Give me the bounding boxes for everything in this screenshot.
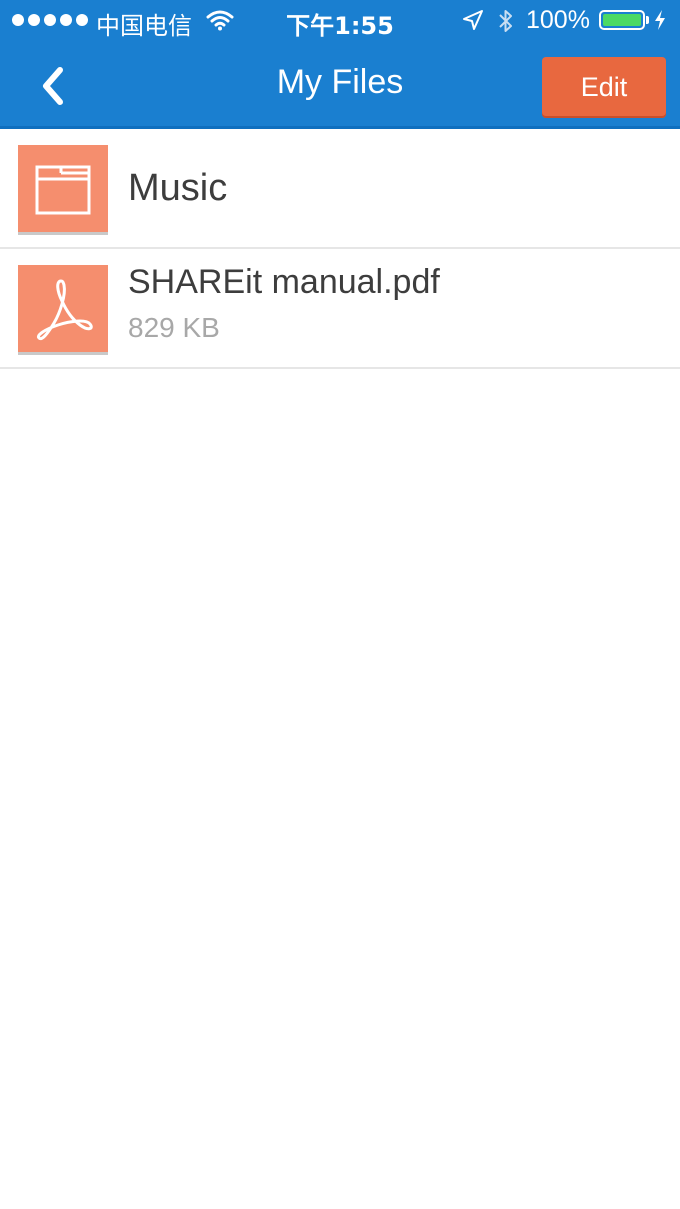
charging-bolt-icon	[653, 9, 667, 38]
battery-tip	[646, 16, 649, 24]
folder-icon	[18, 145, 108, 235]
edit-button[interactable]: Edit	[542, 57, 666, 118]
file-name: SHAREit manual.pdf	[128, 263, 440, 301]
location-arrow-icon	[462, 9, 484, 38]
file-name: Music	[128, 167, 228, 209]
file-list: Music SHAREit manual.pdf 829 KB	[0, 129, 680, 369]
battery-icon	[599, 10, 645, 30]
battery-percentage: 100%	[526, 6, 590, 34]
bluetooth-icon	[497, 8, 515, 41]
list-item-music-folder[interactable]: Music	[0, 129, 680, 249]
status-bar: 中国电信 下午1:55 100%	[0, 0, 680, 44]
list-item-pdf-file[interactable]: SHAREit manual.pdf 829 KB	[0, 249, 680, 369]
file-size: 829 KB	[128, 312, 220, 343]
pdf-acrobat-icon	[18, 265, 108, 355]
top-bar: 中国电信 下午1:55 100% My Files Edit	[0, 0, 680, 129]
